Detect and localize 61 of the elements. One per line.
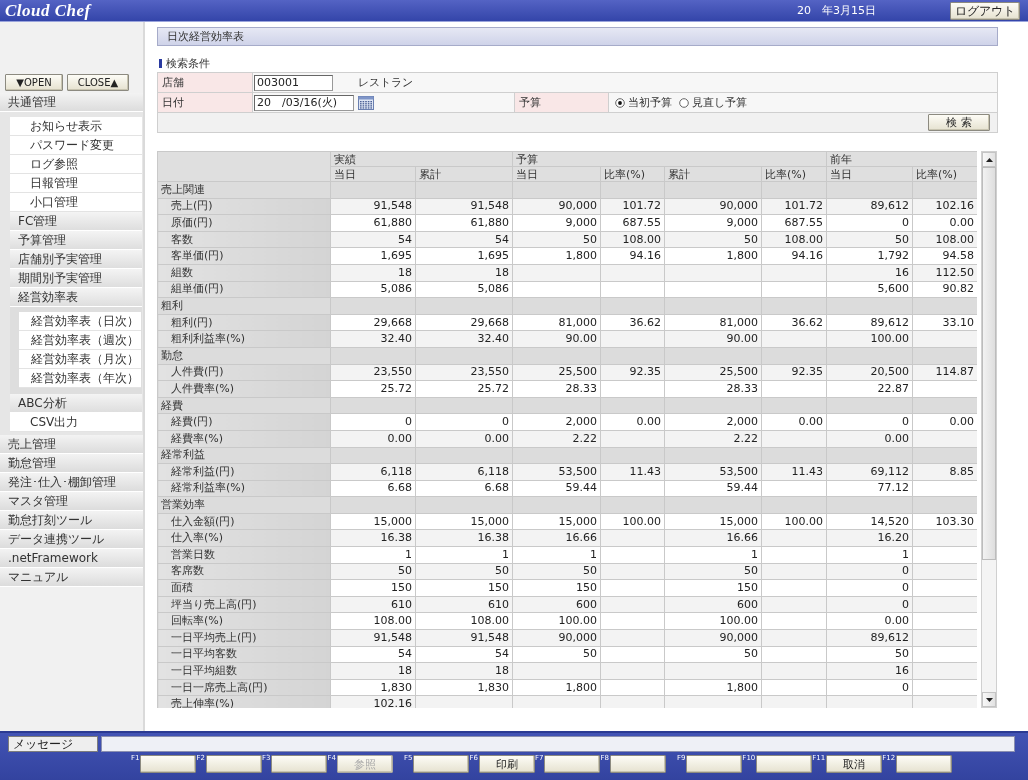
field-label: 日付 <box>157 92 253 113</box>
logo: Cloud Chef <box>5 0 91 21</box>
menu-category[interactable]: FC管理 <box>10 212 142 231</box>
page-title: 日次経営効率表 <box>157 27 998 46</box>
search-button[interactable]: 検 索 <box>928 114 990 131</box>
menu-category[interactable]: 予算管理 <box>10 231 142 250</box>
calendar-icon[interactable] <box>358 95 374 110</box>
date-field[interactable]: 20 /03/16(火) <box>254 94 354 111</box>
menu-category[interactable]: 店舗別予実管理 <box>10 250 142 269</box>
function-key-button[interactable] <box>140 755 197 773</box>
store-name: レストラン <box>358 75 413 90</box>
radio-option[interactable]: 当初予算 <box>615 95 672 110</box>
triangle-down-icon <box>985 697 993 702</box>
menu-section[interactable]: 共通管理 <box>0 93 143 112</box>
menu-item[interactable]: ログ参照 <box>10 155 142 174</box>
menu-section[interactable]: .netFramework <box>0 549 143 568</box>
logout-button[interactable]: ログアウト <box>950 1 1020 20</box>
function-key-button[interactable] <box>271 755 328 773</box>
column-group-header: 予算 <box>512 151 827 167</box>
submenu-item[interactable]: 経営効率表（月次） <box>19 350 141 369</box>
function-key-button[interactable] <box>413 755 470 773</box>
triangle-up-icon <box>985 157 993 162</box>
function-key-button[interactable] <box>896 755 953 773</box>
menu-section[interactable]: マスタ管理 <box>0 492 143 511</box>
field-label: 店舗 <box>157 72 253 93</box>
column-group-header: 前年 <box>826 151 977 167</box>
scrollbar-thumb[interactable] <box>982 167 996 560</box>
column-group-header: 実績 <box>330 151 513 167</box>
scroll-down-button[interactable] <box>982 692 996 707</box>
submenu-item[interactable]: 経営効率表（日次） <box>19 312 141 331</box>
menu-section[interactable]: データ連携ツール <box>0 530 143 549</box>
menu-category[interactable]: 経営効率表 <box>10 288 142 307</box>
menu-category[interactable]: ABC分析 <box>10 394 142 413</box>
menu-item[interactable]: パスワード変更 <box>10 136 142 155</box>
menu-section[interactable]: 勤怠打刻ツール <box>0 511 143 530</box>
section-title: 検索条件 <box>166 55 210 71</box>
open-button[interactable]: ▼OPEN <box>5 74 63 91</box>
submenu-item[interactable]: 経営効率表（年次） <box>19 369 141 388</box>
submenu-item[interactable]: 経営効率表（週次） <box>19 331 141 350</box>
menu-category[interactable]: 期間別予実管理 <box>10 269 142 288</box>
function-key-button[interactable] <box>609 755 666 773</box>
scroll-up-button[interactable] <box>982 152 996 167</box>
menu-item[interactable]: 小口管理 <box>10 193 142 212</box>
menu-item[interactable]: CSV出力 <box>10 413 142 432</box>
section-marker-icon <box>159 58 162 68</box>
close-button[interactable]: CLOSE▲ <box>67 74 129 91</box>
menu-section[interactable]: 発注･仕入･棚卸管理 <box>0 473 143 492</box>
function-key-button[interactable] <box>686 755 743 773</box>
header-date: 20 年3月15日 <box>797 3 876 18</box>
function-key-button[interactable]: 印刷 <box>478 755 535 773</box>
message-label: メッセージ <box>8 736 98 752</box>
menu-item[interactable]: お知らせ表示 <box>10 117 142 136</box>
menu-section[interactable]: 勤怠管理 <box>0 454 143 473</box>
menu-item[interactable]: 日報管理 <box>10 174 142 193</box>
function-key-button[interactable]: 取消 <box>826 755 883 773</box>
function-key-button[interactable] <box>544 755 601 773</box>
store-code-field[interactable]: 003001 <box>254 74 333 91</box>
menu-section[interactable]: 売上管理 <box>0 435 143 454</box>
function-key-button[interactable] <box>756 755 813 773</box>
radio-option[interactable]: 見直し予算 <box>679 95 747 110</box>
function-key-button[interactable] <box>205 755 262 773</box>
